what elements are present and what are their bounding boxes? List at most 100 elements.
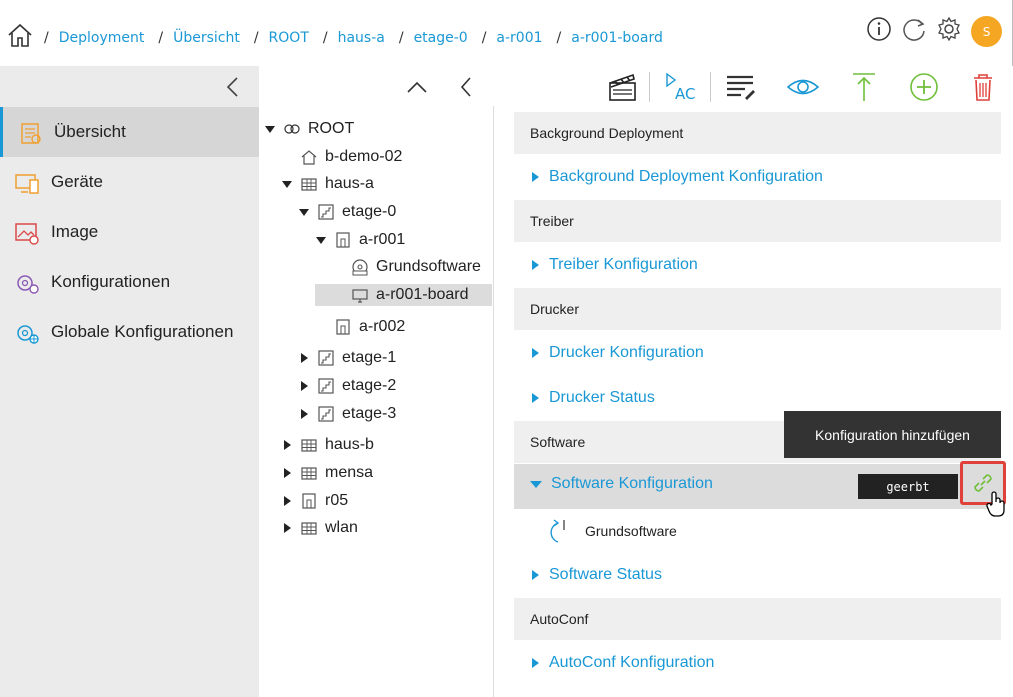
inherit-arrow-icon	[550, 519, 565, 543]
tree-node-label: Grundsoftware	[376, 258, 481, 275]
tree-collapsed-caret-icon[interactable]	[282, 523, 292, 533]
tree-collapsed-caret-icon[interactable]	[299, 409, 309, 419]
tree-node-label: etage-2	[342, 377, 397, 394]
tree-collapsed-caret-icon[interactable]	[299, 353, 309, 363]
delete-trash-icon[interactable]	[966, 70, 1000, 104]
deploy-clapperboard-icon[interactable]	[605, 70, 639, 104]
toolbar-divider	[649, 72, 650, 102]
software-config-toggle[interactable]: Software Konfiguration	[530, 475, 713, 493]
tree-collapsed-caret-icon[interactable]	[299, 381, 309, 391]
breadcrumb-item[interactable]: a-r001-board	[571, 30, 663, 46]
tree-collapsed-caret-icon[interactable]	[282, 496, 292, 506]
config-item[interactable]: Treiber Konfiguration	[530, 253, 698, 277]
refresh-icon[interactable]	[901, 16, 927, 42]
tree-node[interactable]: etage-0	[299, 201, 396, 223]
config-item[interactable]: Drucker Status	[530, 386, 655, 410]
location-tree: ROOT b-demo-02 haus-a etage-0 a-r001 Grundsof…	[259, 106, 494, 697]
floor-icon	[318, 406, 334, 422]
tree-expanded-caret-icon[interactable]	[282, 179, 292, 189]
tree-node[interactable]: r05	[282, 490, 348, 512]
list-edit-icon[interactable]	[723, 70, 757, 104]
software-disc-icon	[352, 259, 368, 276]
section-header: Drucker	[514, 288, 1001, 330]
tree-node[interactable]: haus-b	[282, 434, 374, 456]
sidebar: Übersicht Geräte Image Konfigurationen Globa…	[0, 66, 259, 697]
tree-node-label: a-r001-board	[376, 286, 469, 303]
building-icon	[301, 439, 317, 452]
tree-node-label: ROOT	[308, 120, 355, 137]
autoconf-ac-icon[interactable]: AC	[663, 70, 697, 104]
sidebar-item-image[interactable]: Image	[0, 207, 259, 257]
user-avatar[interactable]: S	[971, 16, 1002, 47]
inherited-badge: geerbt	[858, 474, 958, 499]
room-icon	[302, 493, 316, 509]
config-item-expanded[interactable]: Software Konfiguration geerbt	[514, 461, 1006, 509]
sidebar-item-globale-konfigurationen[interactable]: Globale Konfigurationen	[0, 307, 259, 357]
breadcrumb-item[interactable]: a-r001	[496, 30, 542, 46]
tree-node-label: mensa	[325, 464, 374, 481]
settings-gear-icon[interactable]	[936, 16, 962, 42]
breadcrumb-item[interactable]: ROOT	[269, 30, 309, 46]
sidebar-item--bersicht[interactable]: Übersicht	[0, 107, 259, 157]
sidebar-item-label: Globale Konfigurationen	[51, 322, 234, 341]
upload-arrow-icon[interactable]	[847, 70, 881, 104]
tree-node[interactable]: etage-3	[299, 403, 396, 425]
info-icon[interactable]	[866, 16, 892, 42]
config-item[interactable]: AutoConf Konfiguration	[530, 651, 714, 675]
tree-collapsed-caret-icon[interactable]	[282, 440, 292, 450]
floor-icon	[318, 204, 334, 220]
tree-node[interactable]: wlan	[282, 517, 358, 539]
breadcrumb-item[interactable]: haus-a	[338, 30, 385, 46]
tree-collapsed-caret-icon[interactable]	[282, 468, 292, 478]
tree-node-label: a-r002	[359, 318, 406, 335]
tree-node[interactable]: etage-2	[299, 375, 396, 397]
caret-right-icon	[532, 570, 539, 580]
caret-right-icon	[532, 393, 539, 403]
tree-node-label: haus-a	[325, 175, 374, 192]
tree-node[interactable]: haus-a	[282, 173, 374, 195]
tree-node[interactable]: a-r002	[316, 316, 405, 338]
tree-node[interactable]: mensa	[282, 462, 373, 484]
tree-node-label: etage-3	[342, 405, 397, 422]
tree-node[interactable]: a-r001	[316, 229, 405, 251]
tree-node[interactable]: ROOT	[265, 118, 354, 140]
devices-icon	[15, 174, 39, 194]
tree-expanded-caret-icon[interactable]	[299, 207, 309, 217]
sidebar-item-konfigurationen[interactable]: Konfigurationen	[0, 257, 259, 307]
breadcrumb-separator: /	[481, 30, 487, 46]
tree-node[interactable]: etage-1	[299, 347, 396, 369]
tree-node[interactable]: a-r001-board	[315, 284, 492, 306]
config-gear-icon	[17, 275, 39, 294]
tree-expanded-caret-icon[interactable]	[265, 124, 275, 134]
home-icon[interactable]	[6, 22, 34, 48]
config-item[interactable]: Software Status	[530, 563, 662, 587]
configuration-panel: Background Deployment Background Deploym…	[494, 106, 1013, 697]
sidebar-item-label: Image	[51, 222, 99, 241]
tree-node[interactable]: Grundsoftware	[333, 256, 481, 278]
add-circle-icon[interactable]	[907, 70, 941, 104]
sidebar-item-ger-te[interactable]: Geräte	[0, 157, 259, 207]
toolbar-divider	[710, 72, 711, 102]
view-eye-icon[interactable]	[786, 70, 820, 104]
config-item[interactable]: Drucker Konfiguration	[530, 341, 704, 365]
tree-node-label: wlan	[325, 519, 358, 536]
tree-node[interactable]: b-demo-02	[282, 146, 402, 168]
breadcrumb-item[interactable]: Übersicht	[173, 30, 240, 46]
collapse-up-chevron-icon[interactable]	[400, 70, 434, 104]
back-chevron-icon[interactable]	[450, 70, 484, 104]
overview-icon	[21, 123, 41, 144]
building-icon	[301, 178, 317, 191]
sidebar-item-label: Geräte	[51, 172, 103, 191]
sidebar-item-label: Konfigurationen	[51, 272, 171, 291]
sub-config-item[interactable]: Grundsoftware	[546, 518, 677, 544]
config-item[interactable]: Background Deployment Konfiguration	[530, 165, 823, 189]
caret-right-icon	[532, 658, 539, 668]
toolbar: AC	[259, 66, 1013, 106]
sidebar-collapse-chevron-icon[interactable]	[224, 76, 242, 98]
tree-expanded-caret-icon[interactable]	[316, 235, 326, 245]
tree-node-label: etage-0	[342, 203, 397, 220]
tree-node-label: r05	[325, 492, 349, 509]
breadcrumb-item[interactable]: etage-0	[414, 30, 468, 46]
sidebar-item-label: Übersicht	[54, 122, 126, 141]
breadcrumb-item[interactable]: Deployment	[59, 30, 145, 46]
